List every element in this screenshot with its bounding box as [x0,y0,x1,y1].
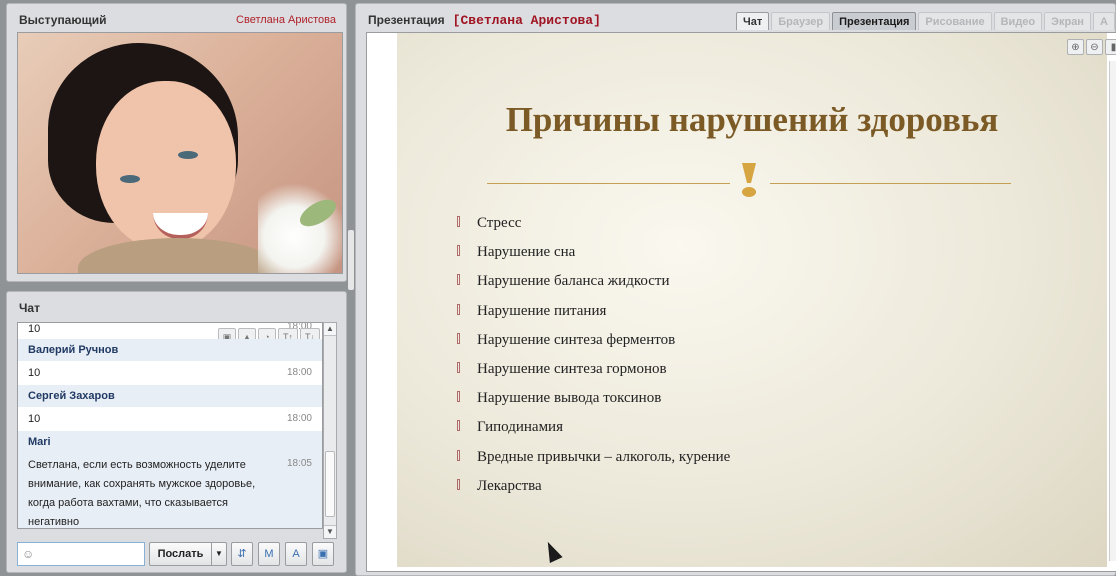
message-time: 18:05 [286,458,312,469]
bullet-item: Нарушение сна [455,242,730,271]
panel-splitter[interactable] [348,230,354,290]
zoom-out-icon[interactable]: ⊖ [1086,39,1103,55]
chat-panel-title: Чат [19,301,40,315]
message-time: 18:00 [286,367,312,378]
presentation-panel-title: Презентация [Светлана Аристова] [368,13,601,28]
list-item: 10 18:00 [18,361,322,385]
zoom-toolbar: ⊕ ⊖ ▮ [1067,39,1116,55]
presentation-scrollbar[interactable] [1109,61,1116,561]
message-text: 10 [28,413,41,425]
message-text: Светлана, если есть возможность уделите … [28,459,256,528]
send-button[interactable]: Послать ▼ [149,542,227,566]
emoticon-icon[interactable]: ☺ [22,547,34,561]
send-button-label: Послать [157,548,204,560]
slide-title: Причины нарушений здоровья [505,100,999,139]
list-item: 10 18:00 [18,407,322,431]
scroll-up-icon[interactable]: ▲ [324,323,336,336]
mode-tabs: Чат Браузер Презентация Рисование Видео … [736,12,1115,30]
bullet-item: Вредные привычки – алкоголь, курение [455,447,730,476]
speaker-panel: Выступающий Светлана Аристова [6,3,347,282]
tab-browser[interactable]: Браузер [771,12,831,30]
scroll-thumb[interactable] [325,451,335,517]
zoom-in-icon[interactable]: ⊕ [1067,39,1084,55]
chat-panel: Чат 10 18:00 ▣ ▲ ◔ T↑ T↓ Валерий Ручнов … [6,291,347,573]
slide-bullet-list: Стресс Нарушение сна Нарушение баланса ж… [455,213,730,505]
font-icon[interactable]: A [285,542,307,566]
chat-input[interactable]: ☺ [17,542,145,566]
chat-message-list[interactable]: 10 18:00 ▣ ▲ ◔ T↑ T↓ Валерий Ручнов 10 1… [17,322,323,529]
list-item: Светлана, если есть возможность уделите … [18,453,322,528]
bullet-item: Нарушение баланса жидкости [455,271,730,300]
bullet-item: Стресс [455,213,730,242]
tab-more[interactable]: А [1092,12,1115,30]
message-text: 10 [28,323,41,335]
bullet-item: Нарушение синтеза ферментов [455,330,730,359]
ornament-icon [742,163,756,197]
user-list-icon[interactable]: ⇵ [231,542,253,566]
speaker-video [17,32,343,274]
slide: Причины нарушений здоровья Стресс Наруше… [397,33,1107,567]
message-author: Сергей Захаров [28,390,115,402]
message-author: Mari [28,436,51,448]
tab-presentation[interactable]: Презентация [832,12,917,30]
markup-icon[interactable]: M [258,542,280,566]
mouse-cursor-icon [541,538,563,564]
tab-chat[interactable]: Чат [736,12,770,30]
list-item: Валерий Ручнов [18,339,322,361]
divider [487,183,730,184]
presenter-name: [Светлана Аристова] [452,13,601,28]
message-author: Валерий Ручнов [28,344,119,356]
chat-scrollbar[interactable]: ▲ ▼ [323,322,337,539]
presentation-viewer[interactable]: Причины нарушений здоровья Стресс Наруше… [366,32,1116,572]
bullet-item: Нарушение питания [455,301,730,330]
tab-screen[interactable]: Экран [1044,12,1091,30]
message-text: 10 [28,367,41,379]
bullet-item: Нарушение синтеза гормонов [455,359,730,388]
speaker-name: Светлана Аристова [236,14,336,26]
bullet-item: Лекарства [455,476,730,505]
presentation-panel: Презентация [Светлана Аристова] Чат Брауз… [355,3,1116,576]
list-item: Mari [18,431,322,453]
chevron-down-icon[interactable]: ▼ [211,543,226,565]
speaker-panel-title: Выступающий [19,13,107,27]
tab-video[interactable]: Видео [993,12,1043,30]
divider [770,183,1011,184]
bullet-item: Нарушение вывода токсинов [455,388,730,417]
lily-flower [258,183,342,273]
scroll-down-icon[interactable]: ▼ [324,525,336,538]
bullet-item: Гиподинамия [455,417,730,446]
tab-drawing[interactable]: Рисование [918,12,992,30]
delete-icon[interactable]: ▮ [1105,39,1116,55]
message-time: 18:00 [286,413,312,424]
save-icon[interactable]: ▣ [312,542,334,566]
list-item: Сергей Захаров [18,385,322,407]
